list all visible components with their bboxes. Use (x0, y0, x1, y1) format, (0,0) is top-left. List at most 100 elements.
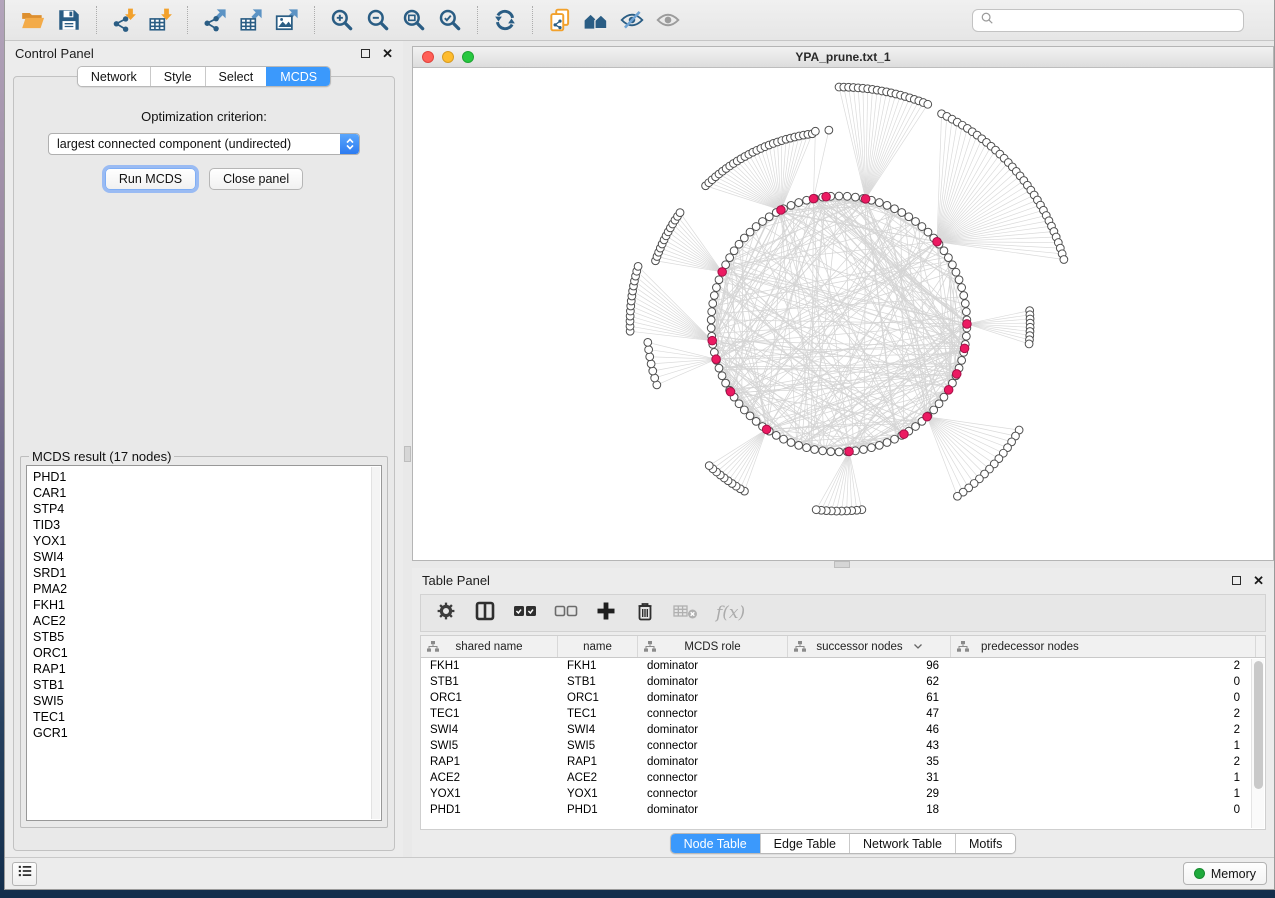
table-cell[interactable]: YOX1 (558, 788, 638, 800)
import-table-button[interactable] (142, 4, 178, 36)
zoom-fit-button[interactable] (396, 4, 432, 36)
dominator-node[interactable] (777, 206, 786, 215)
table-cell[interactable]: ORC1 (421, 692, 558, 704)
criterion-dropdown[interactable]: largest connected component (undirected) (48, 133, 360, 155)
dominator-node[interactable] (900, 430, 909, 439)
table-cell[interactable]: 29 (788, 788, 951, 800)
import-network-button[interactable] (106, 4, 142, 36)
mcds-result-item[interactable]: SWI4 (33, 549, 381, 565)
select-all-button[interactable] (513, 603, 537, 624)
dominator-node[interactable] (963, 320, 972, 329)
table-cell[interactable]: 35 (788, 756, 951, 768)
table-cell[interactable]: 31 (788, 772, 951, 784)
table-cell[interactable]: dominator (638, 756, 788, 768)
table-cell[interactable]: connector (638, 772, 788, 784)
table-cell[interactable]: 2 (951, 724, 1256, 736)
table-cell[interactable]: SWI5 (421, 740, 558, 752)
run-mcds-button[interactable]: Run MCDS (105, 168, 196, 190)
table-row[interactable]: RAP1RAP1dominator352 (421, 754, 1265, 770)
task-history-button[interactable] (12, 862, 37, 886)
mcds-result-item[interactable]: ACE2 (33, 613, 381, 629)
table-cell[interactable]: 96 (788, 660, 951, 672)
close-panel-icon[interactable]: ✕ (1253, 576, 1264, 585)
dominator-node[interactable] (708, 336, 717, 345)
unselect-all-button[interactable] (554, 603, 578, 624)
table-cell[interactable]: TEC1 (558, 708, 638, 720)
horizontal-splitter[interactable] (412, 561, 1274, 568)
table-cell[interactable]: 0 (951, 692, 1256, 704)
table-cell[interactable]: SWI4 (421, 724, 558, 736)
table-cell[interactable]: 47 (788, 708, 951, 720)
table-cell[interactable]: 62 (788, 676, 951, 688)
memory-button[interactable]: Memory (1183, 862, 1267, 885)
vertical-splitter[interactable] (403, 41, 412, 857)
table-cell[interactable]: 46 (788, 724, 951, 736)
zoom-in-button[interactable] (324, 4, 360, 36)
dominator-node[interactable] (960, 344, 969, 353)
dominator-node[interactable] (861, 195, 870, 204)
dominator-node[interactable] (952, 370, 961, 379)
table-row[interactable]: ACE2ACE2connector311 (421, 770, 1265, 786)
dominator-node[interactable] (845, 447, 854, 456)
dominator-node[interactable] (933, 237, 942, 246)
table-cell[interactable]: STB1 (558, 676, 638, 688)
table-cell[interactable]: STB1 (421, 676, 558, 688)
delete-column-button[interactable] (634, 600, 656, 627)
table-cell[interactable]: dominator (638, 724, 788, 736)
table-options-button[interactable] (435, 600, 457, 627)
table-row[interactable]: SWI4SWI4dominator462 (421, 722, 1265, 738)
table-cell[interactable]: 0 (951, 804, 1256, 816)
close-panel-icon[interactable]: ✕ (382, 49, 393, 58)
table-cell[interactable]: ACE2 (558, 772, 638, 784)
mcds-result-item[interactable]: STP4 (33, 501, 381, 517)
copy-network-button[interactable] (542, 4, 578, 36)
mcds-result-item[interactable]: PHD1 (33, 469, 381, 485)
table-cell[interactable]: ORC1 (558, 692, 638, 704)
mcds-result-item[interactable]: FKH1 (33, 597, 381, 613)
table-cell[interactable]: FKH1 (421, 660, 558, 672)
dominator-node[interactable] (822, 192, 831, 201)
tab-node-table[interactable]: Node Table (671, 834, 760, 853)
table-cell[interactable]: 1 (951, 772, 1256, 784)
dominator-node[interactable] (718, 268, 727, 277)
export-image-button[interactable] (269, 4, 305, 36)
mcds-result-item[interactable]: TEC1 (33, 709, 381, 725)
table-row[interactable]: ORC1ORC1dominator610 (421, 690, 1265, 706)
mcds-result-item[interactable]: CAR1 (33, 485, 381, 501)
float-panel-icon[interactable] (361, 49, 370, 58)
dominator-node[interactable] (712, 355, 721, 364)
dominator-node[interactable] (726, 387, 735, 396)
list-scrollbar[interactable] (371, 467, 380, 819)
mcds-result-item[interactable]: SRD1 (33, 565, 381, 581)
dominator-node[interactable] (762, 425, 771, 434)
add-column-button[interactable] (595, 600, 617, 627)
table-cell[interactable]: 43 (788, 740, 951, 752)
table-row[interactable]: FKH1FKH1dominator962 (421, 658, 1265, 674)
table-cell[interactable]: RAP1 (421, 756, 558, 768)
mcds-result-item[interactable]: RAP1 (33, 661, 381, 677)
dominator-node[interactable] (809, 194, 818, 203)
table-cell[interactable]: YOX1 (421, 788, 558, 800)
zoom-selected-button[interactable] (432, 4, 468, 36)
zoom-out-button[interactable] (360, 4, 396, 36)
search-input[interactable] (999, 13, 1236, 27)
mcds-result-item[interactable]: ORC1 (33, 645, 381, 661)
scrollbar-thumb[interactable] (1254, 661, 1263, 789)
tab-mcds[interactable]: MCDS (266, 67, 330, 86)
table-cell[interactable]: 61 (788, 692, 951, 704)
table-cell[interactable]: 2 (951, 708, 1256, 720)
table-cell[interactable]: dominator (638, 660, 788, 672)
tab-edge-table[interactable]: Edge Table (760, 834, 849, 853)
column-header-successor-nodes[interactable]: successor nodes (788, 636, 951, 657)
tab-select[interactable]: Select (205, 67, 267, 86)
hide-selected-button[interactable] (614, 4, 650, 36)
dominator-node[interactable] (923, 412, 932, 421)
table-cell[interactable]: 0 (951, 676, 1256, 688)
mcds-result-list[interactable]: PHD1CAR1STP4TID3YOX1SWI4SRD1PMA2FKH1ACE2… (26, 465, 382, 821)
tab-network-table[interactable]: Network Table (849, 834, 955, 853)
export-network-button[interactable] (197, 4, 233, 36)
table-cell[interactable]: dominator (638, 676, 788, 688)
splitter-handle[interactable] (404, 446, 411, 462)
mcds-result-item[interactable]: PMA2 (33, 581, 381, 597)
table-cell[interactable]: connector (638, 708, 788, 720)
